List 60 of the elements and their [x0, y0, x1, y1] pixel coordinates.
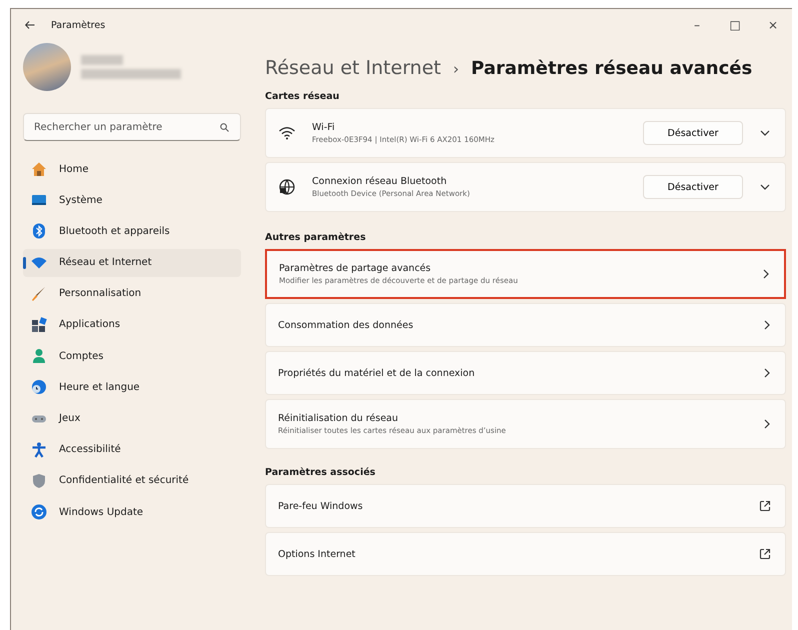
clock-icon: [31, 379, 47, 396]
external-link-icon: [759, 500, 771, 512]
breadcrumb-parent[interactable]: Réseau et Internet: [265, 57, 441, 79]
section-heading: Paramètres associés: [265, 467, 376, 478]
sidebar-item[interactable]: Jeux: [23, 404, 241, 432]
sidebar-item[interactable]: Personnalisation: [23, 280, 241, 308]
minimize-button[interactable]: –: [678, 11, 716, 39]
sidebar-item[interactable]: Comptes: [23, 342, 241, 370]
close-button[interactable]: ×: [754, 11, 792, 39]
wifi-icon: [278, 124, 296, 142]
sidebar-item[interactable]: Home: [23, 155, 241, 183]
sidebar-item[interactable]: Windows Update: [23, 498, 241, 526]
sidebar-item[interactable]: Bluetooth et appareils: [23, 217, 241, 246]
card-title: Pare-feu Windows: [278, 500, 364, 512]
chevron-right-icon: [763, 367, 771, 379]
page-title: Paramètres réseau avancés: [470, 58, 752, 79]
globe-icon: [278, 178, 296, 196]
card-title: Propriétés du matériel et de la connexion: [278, 368, 476, 378]
apps-icon: [31, 316, 47, 333]
expand-chevron-icon[interactable]: [759, 183, 771, 191]
disable-button[interactable]: Désactiver: [643, 121, 743, 145]
section-heading: Cartes réseau: [265, 91, 340, 102]
disable-button[interactable]: Désactiver: [643, 175, 743, 199]
settings-card[interactable]: Propriétés du matériel et de la connexion: [265, 351, 786, 395]
settings-card[interactable]: Consommation des données: [265, 303, 786, 347]
brush-icon: [31, 286, 47, 302]
sidebar-item[interactable]: Heure et langue: [23, 373, 241, 402]
card-title: Réinitialisation du réseau: [278, 413, 400, 424]
accessibility-icon: [31, 442, 47, 458]
sidebar-item[interactable]: Accessibilité: [23, 436, 241, 464]
person-icon: [31, 348, 47, 364]
maximize-button[interactable]: □: [716, 11, 754, 39]
sidebar-item[interactable]: Applications: [23, 310, 241, 339]
expand-chevron-icon[interactable]: [759, 129, 771, 137]
breadcrumb-separator: ›: [452, 60, 459, 78]
card-title: Wi-Fi: [312, 122, 336, 133]
card-title: Paramètres de partage avancés: [279, 263, 432, 274]
external-link-icon: [759, 548, 771, 560]
shield-icon: [31, 472, 47, 489]
chevron-right-icon: [763, 418, 771, 430]
update-icon: [31, 504, 47, 520]
sidebar-item[interactable]: Système: [23, 186, 241, 214]
sidebar-item[interactable]: Confidentialité et sécurité: [23, 466, 241, 495]
card-title: Connexion réseau Bluetooth: [312, 176, 448, 187]
card-title: Options Internet: [278, 548, 356, 560]
search-icon: [220, 123, 229, 132]
home-icon: [31, 161, 47, 177]
avatar-circle: [23, 43, 71, 91]
settings-card[interactable]: Options Internet: [265, 532, 786, 576]
section-heading: Autres paramètres: [265, 232, 367, 243]
settings-card[interactable]: Pare-feu Windows: [265, 484, 786, 528]
back-arrow-icon[interactable]: [25, 21, 35, 29]
chevron-right-icon: [762, 268, 770, 280]
sidebar-item[interactable]: Réseau et Internet: [23, 248, 241, 277]
wifi-icon: [31, 254, 47, 271]
chevron-right-icon: [763, 319, 771, 331]
search-field[interactable]: Rechercher un paramètre: [23, 113, 241, 141]
card-title: Consommation des données: [278, 320, 414, 330]
window-title: Paramètres: [51, 20, 106, 30]
bluetooth-icon: [31, 223, 47, 240]
